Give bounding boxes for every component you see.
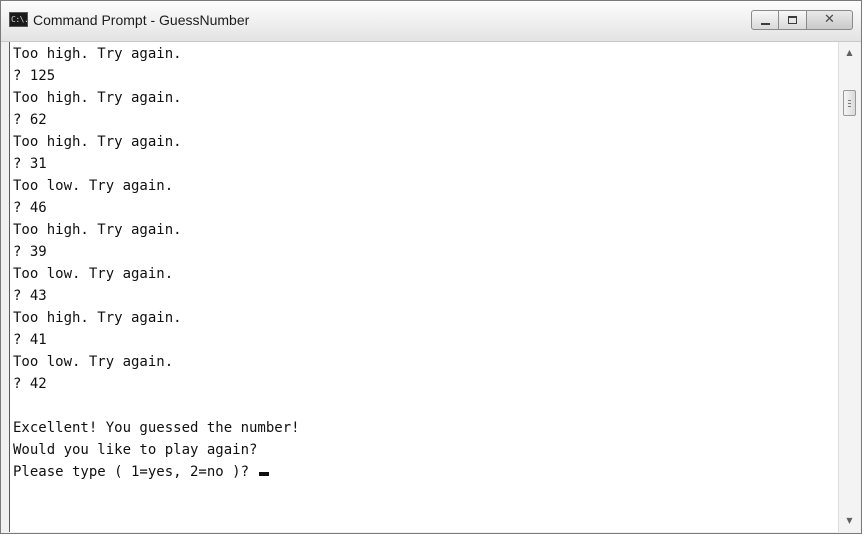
text-cursor <box>259 472 270 476</box>
window-title: Command Prompt - GuessNumber <box>33 12 250 28</box>
caption-buttons: ✕ <box>751 10 853 30</box>
maximize-icon <box>788 16 797 24</box>
close-button[interactable]: ✕ <box>807 10 853 30</box>
thumb-grip-line <box>848 106 851 107</box>
console-line: ? 42 <box>13 376 47 392</box>
console-line: ? 43 <box>13 288 47 304</box>
console-line: Too high. Try again. <box>13 46 182 62</box>
maximize-button[interactable] <box>779 10 807 30</box>
console-line: Would you like to play again? <box>13 442 258 458</box>
console-output[interactable]: Too high. Try again. ? 125 Too high. Try… <box>9 42 838 532</box>
console-line: Too high. Try again. <box>13 134 182 150</box>
thumb-grip-line <box>848 103 851 104</box>
scroll-down-arrow-icon[interactable]: ▼ <box>839 512 860 530</box>
console-line: Too high. Try again. <box>13 310 182 326</box>
minimize-button[interactable] <box>751 10 779 30</box>
console-line: ? 31 <box>13 156 47 172</box>
scroll-up-arrow-icon[interactable]: ▲ <box>839 44 860 62</box>
console-line: Too high. Try again. <box>13 90 182 106</box>
console-line: Excellent! You guessed the number! <box>13 420 300 436</box>
close-icon: ✕ <box>824 12 835 27</box>
vertical-scrollbar[interactable]: ▲ ▼ <box>838 42 860 532</box>
console-line: ? 46 <box>13 200 47 216</box>
scrollbar-thumb[interactable] <box>843 90 856 116</box>
command-prompt-window: C:\. Command Prompt - GuessNumber ✕ Too … <box>0 0 862 534</box>
prompt-text: Please type ( 1=yes, 2=no )? <box>13 464 258 480</box>
thumb-grip-line <box>848 100 851 101</box>
console-line: Too high. Try again. <box>13 222 182 238</box>
console-line: ? 125 <box>13 68 56 84</box>
console-line: Too low. Try again. <box>13 266 174 282</box>
prompt-line: Please type ( 1=yes, 2=no )? <box>13 461 270 483</box>
minimize-icon <box>761 23 770 25</box>
console-line: ? 39 <box>13 244 47 260</box>
command-prompt-icon[interactable]: C:\. <box>9 12 29 27</box>
console-line: Too low. Try again. <box>13 178 174 194</box>
console-line: ? 62 <box>13 112 47 128</box>
console-line: Too low. Try again. <box>13 354 174 370</box>
console-line: ? 41 <box>13 332 47 348</box>
title-bar[interactable]: C:\. Command Prompt - GuessNumber ✕ <box>1 1 861 42</box>
